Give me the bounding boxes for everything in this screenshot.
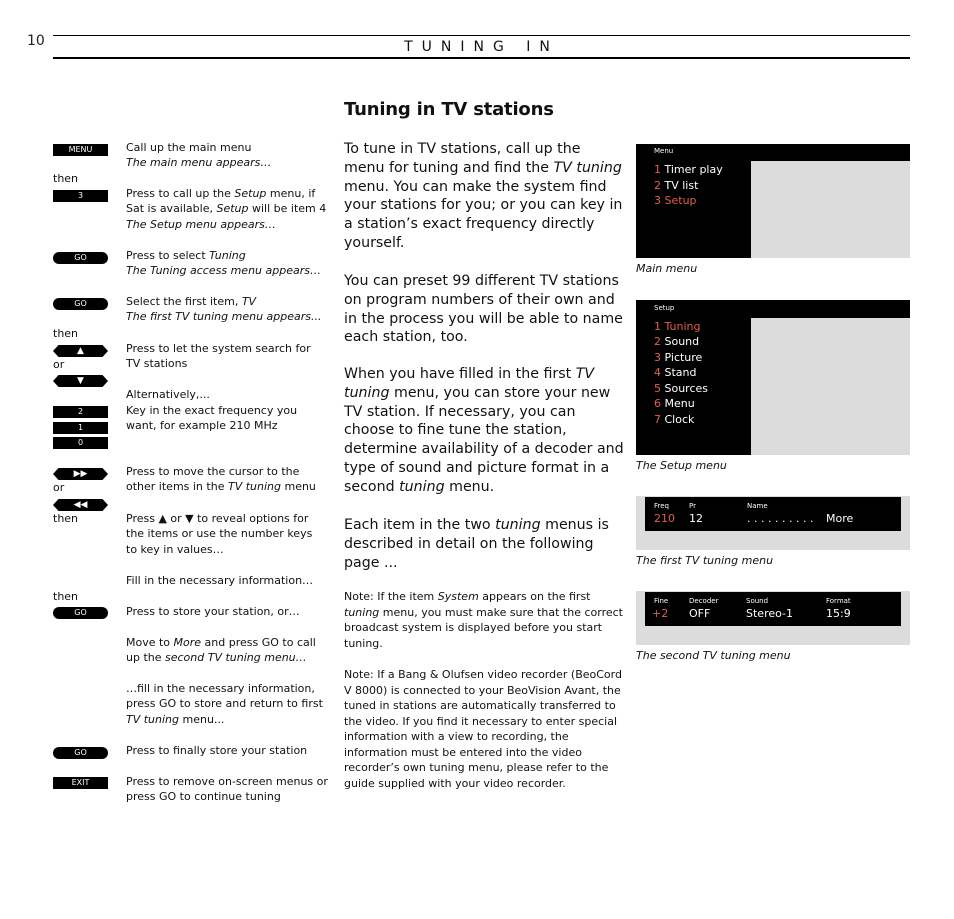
step-10: Press to store your station, or… — [126, 605, 300, 618]
field-label-decoder: Decoder — [689, 597, 719, 605]
first-tuning-caption: The first TV tuning menu — [636, 554, 774, 567]
up-arrow-icon: ▲ — [77, 346, 84, 356]
more-option: More — [826, 512, 854, 525]
number-key-2: 2 — [53, 406, 108, 418]
detail-paragraph: Each item in the two tuning menus is des… — [344, 517, 609, 571]
menu-item-stand: 4 Stand — [654, 366, 697, 379]
rewind-icon: ◀◀ — [73, 500, 88, 510]
field-value-sound: Stereo-1 — [746, 607, 794, 620]
connector-or: or — [53, 481, 65, 494]
screen-header: Setup — [654, 304, 675, 312]
setup-menu-screen: Setup 1 Tuning 2 Sound 3 Picture 4 Stand… — [636, 300, 910, 455]
connector-or: or — [53, 358, 65, 371]
main-menu-screen: Menu 1 Timer play 2 TV list 3 Setup — [636, 144, 910, 258]
connector-then: then — [53, 512, 79, 525]
store-paragraph: When you have filled in the first TV tun… — [344, 366, 624, 495]
go-key: GO — [53, 747, 108, 759]
menu-item-timer-play: 1 Timer play — [654, 163, 723, 176]
header-rule-bottom — [53, 57, 910, 59]
menu-item-tuning: 1 Tuning — [654, 320, 701, 333]
connector-then: then — [53, 172, 79, 185]
menu-item-sound: 2 Sound — [654, 335, 700, 348]
intro-paragraph: To tune in TV stations, call up the menu… — [344, 141, 623, 251]
exit-key: EXIT — [53, 777, 108, 789]
step-11: Move to More and press GO to call up the… — [126, 636, 316, 665]
field-label-freq: Freq — [654, 502, 669, 510]
menu-key: MENU — [53, 144, 108, 156]
wind-key: ▶▶ — [53, 468, 108, 480]
step-1: Call up the main menu The main menu appe… — [126, 141, 272, 170]
field-label-format: Format — [826, 597, 851, 605]
rewind-key: ◀◀ — [53, 499, 108, 511]
step-4: Select the first item, TV The first TV t… — [126, 295, 322, 324]
step-9: Fill in the necessary information… — [126, 574, 314, 587]
page-number: 10 — [27, 33, 45, 49]
field-value-pr: 12 — [689, 512, 703, 525]
field-value-decoder: OFF — [689, 607, 711, 620]
step-3: Press to select Tuning The Tuning access… — [126, 249, 321, 278]
menu-item-menu: 6 Menu — [654, 397, 695, 410]
step-7: Press to move the cursor to the other it… — [126, 465, 316, 494]
menu-item-picture: 3 Picture — [654, 351, 703, 364]
step-alternatively: Alternatively,... — [126, 388, 210, 401]
step-13: Press to finally store your station — [126, 744, 308, 757]
field-label-sound: Sound — [746, 597, 769, 605]
field-value-freq: 210 — [654, 512, 675, 525]
second-tuning-bar: Fine +2 Decoder OFF Sound Stereo-1 Forma… — [645, 592, 901, 626]
menu-item-tv-list: 2 TV list — [654, 179, 699, 192]
go-key: GO — [53, 298, 108, 310]
note-video-recorder: Note: If a Bang & Olufsen video recorder… — [344, 668, 622, 790]
field-label-fine: Fine — [654, 597, 669, 605]
field-label-name: Name — [747, 502, 768, 510]
note-system: Note: If the item System appears on the … — [344, 590, 623, 650]
main-menu-caption: Main menu — [636, 262, 698, 275]
go-key: GO — [53, 607, 108, 619]
number-key-1: 1 — [53, 422, 108, 434]
number-key-3: 3 — [53, 190, 108, 202]
field-value-fine: +2 — [652, 607, 669, 620]
screen-header: Menu — [654, 147, 674, 155]
fast-forward-icon: ▶▶ — [73, 469, 88, 479]
preset-paragraph: You can preset 99 different TV stations … — [344, 273, 623, 346]
down-arrow-icon: ▼ — [77, 376, 84, 386]
menu-item-sources: 5 Sources — [654, 382, 709, 395]
step-6: Key in the exact frequency you want, for… — [126, 404, 298, 433]
field-value-format: 15:9 — [826, 607, 851, 620]
menu-item-setup: 3 Setup — [654, 194, 697, 207]
step-12: …fill in the necessary information, pres… — [126, 682, 323, 726]
up-arrow-key: ▲ — [53, 345, 108, 357]
page-title: Tuning in TV stations — [344, 99, 554, 120]
menu-item-clock: 7 Clock — [654, 413, 695, 426]
header-rule-top — [53, 35, 910, 36]
number-key-0: 0 — [53, 437, 108, 449]
step-8: Press ▲ or ▼ to reveal options for the i… — [126, 512, 313, 556]
connector-then: then — [53, 590, 79, 603]
down-arrow-key: ▼ — [53, 375, 108, 387]
field-value-name: . . . . . . . . . . — [747, 512, 814, 525]
first-tuning-bar: Freq 210 Pr 12 Name . . . . . . . . . . … — [645, 497, 901, 531]
go-key: GO — [53, 252, 108, 264]
step-2: Press to call up the Setup menu, if Sat … — [126, 187, 327, 231]
field-label-pr: Pr — [689, 502, 696, 510]
section-title: TUNING IN — [404, 39, 559, 55]
step-14: Press to remove on-screen menus or press… — [126, 775, 328, 804]
connector-then: then — [53, 327, 79, 340]
second-tuning-caption: The second TV tuning menu — [636, 649, 791, 662]
step-5: Press to let the system search for TV st… — [126, 342, 311, 371]
setup-menu-caption: The Setup menu — [636, 459, 727, 472]
